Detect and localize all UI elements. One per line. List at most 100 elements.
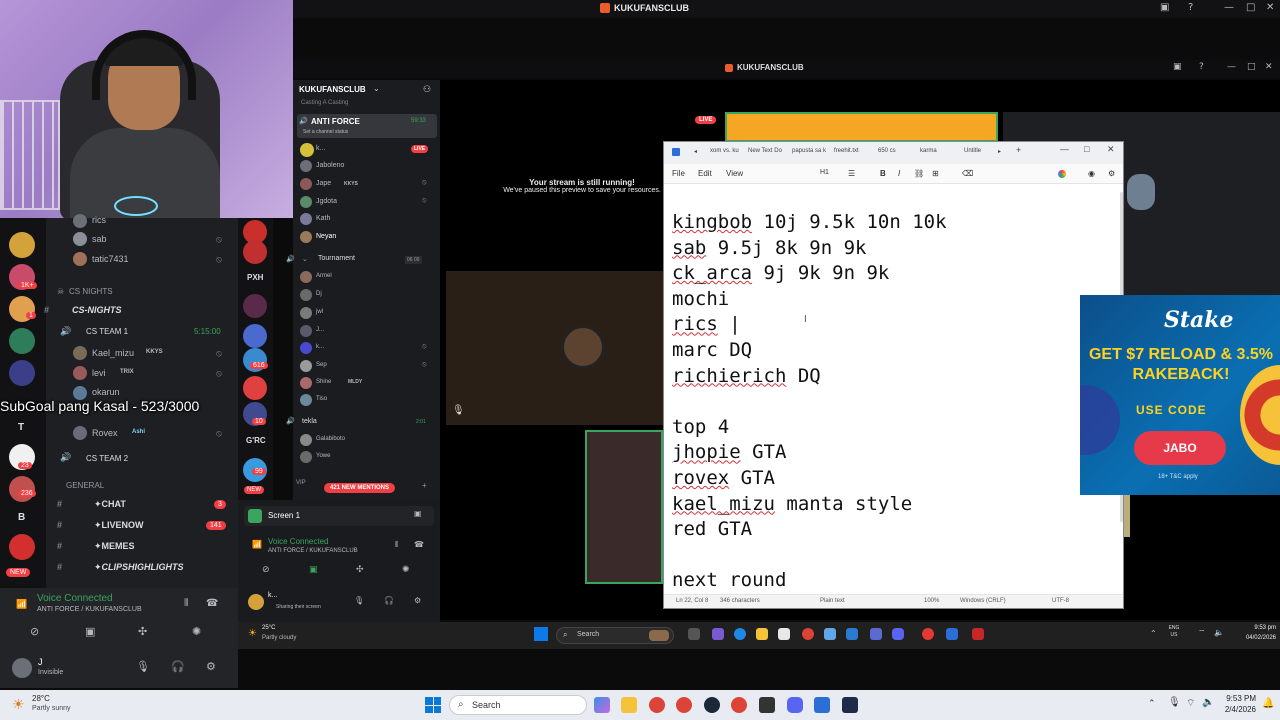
chrome-icon[interactable] — [731, 697, 747, 713]
voice-user-name[interactable]: Kath — [316, 215, 330, 222]
avatar[interactable] — [248, 594, 264, 610]
clear-format-icon[interactable]: ⌫ — [962, 169, 973, 178]
activities-icon[interactable]: ✣ — [356, 564, 364, 575]
bold-button[interactable]: B — [880, 169, 886, 178]
clock-date[interactable]: 2/4/2026 — [1212, 705, 1256, 714]
stream-tile-orange[interactable] — [725, 112, 998, 142]
voice-user-name[interactable]: Jgdota — [316, 198, 337, 205]
app-icon[interactable] — [759, 697, 775, 713]
minimize-button[interactable]: — — [1224, 2, 1234, 13]
copilot-icon[interactable] — [594, 697, 610, 713]
edge-icon[interactable] — [734, 628, 746, 640]
chrome-icon[interactable] — [802, 628, 814, 640]
video-tile-small[interactable] — [585, 430, 663, 584]
account-icon[interactable]: ◉ — [1088, 169, 1095, 178]
menu-file[interactable]: File — [672, 169, 685, 178]
channel-memes[interactable]: ✦MEMES — [94, 541, 135, 552]
notepad-icon[interactable] — [946, 628, 958, 640]
app-icon[interactable] — [824, 628, 836, 640]
soundboard-icon[interactable]: ✺ — [192, 625, 201, 638]
channel-cs-nights[interactable]: CS-NIGHTS — [72, 305, 122, 315]
server-icon[interactable] — [9, 232, 35, 258]
tab-left-arrow[interactable]: ◂ — [694, 148, 697, 155]
screen-share-icon[interactable]: ▣ — [85, 625, 95, 638]
headphones-icon[interactable]: 🎧 — [384, 596, 394, 605]
add-member-icon[interactable]: ⚇ — [423, 84, 431, 95]
notification-bell-icon[interactable]: 🔔 — [1262, 698, 1274, 709]
voice-user-name[interactable]: rics — [92, 215, 106, 225]
network-icon[interactable]: ⌔ — [1186, 697, 1195, 710]
app-icon[interactable] — [842, 697, 858, 713]
teams-icon[interactable] — [870, 628, 882, 640]
camera-off-icon[interactable]: ⊘ — [30, 625, 39, 638]
windows-start-icon[interactable] — [425, 697, 441, 713]
user-name[interactable]: k... — [268, 592, 277, 599]
misspelled-word[interactable]: richierich — [672, 365, 786, 387]
file-explorer-icon[interactable] — [621, 697, 637, 713]
notepad-tab[interactable]: Untitle — [964, 148, 981, 154]
new-tab-plus-icon[interactable]: + — [1016, 145, 1021, 155]
voice-user-name[interactable]: okarun — [92, 387, 120, 397]
tray-chevron-icon[interactable]: ⌃ — [1148, 698, 1156, 709]
category-cs-nights[interactable]: CS NIGHTS — [69, 287, 113, 296]
network-icon[interactable]: ⌔ — [1198, 628, 1206, 638]
soundboard-icon[interactable]: ✺ — [402, 564, 410, 575]
italic-button[interactable]: I — [898, 169, 900, 178]
video-tile-camera[interactable]: 🎙 — [446, 271, 663, 425]
microphone-icon[interactable]: 🎙 — [136, 660, 150, 673]
close-button[interactable]: ✕ — [1266, 2, 1274, 13]
channel-clipshighlights[interactable]: ✦CLIPSHIGHLIGHTS — [94, 562, 184, 573]
voice-user-name[interactable]: jwl — [316, 309, 323, 315]
voice-connected-subtitle[interactable]: ANTI FORCE / KUKUFANSCLUB — [268, 548, 358, 554]
voice-user-name[interactable]: Yowe — [316, 453, 330, 459]
inner-search-box[interactable]: ⌕ Search — [556, 627, 674, 644]
server-icon[interactable] — [243, 240, 267, 264]
steam-icon[interactable] — [704, 697, 720, 713]
settings-gear-icon[interactable]: ⚙ — [1108, 169, 1115, 178]
clock-date[interactable]: 04/02/2026 — [1234, 635, 1276, 641]
store-icon[interactable] — [778, 628, 790, 640]
weather-temp[interactable]: 28°C — [32, 694, 50, 703]
copilot-icon[interactable] — [712, 628, 724, 640]
settings-gear-icon[interactable]: ⚙ — [206, 660, 216, 673]
notepad-tab[interactable]: New Text Do — [748, 148, 782, 154]
server-icon[interactable] — [243, 324, 267, 348]
inbox-icon[interactable]: ▣ — [1173, 62, 1182, 72]
chevron-down-icon[interactable]: ⌄ — [373, 84, 380, 93]
channel-status-prompt[interactable]: Set a channel status — [303, 129, 348, 135]
server-label[interactable]: PXH — [247, 273, 263, 282]
channel-anti-force[interactable]: ANTI FORCE — [311, 117, 360, 126]
notepad-tab[interactable]: karma — [920, 148, 937, 154]
voice-user-name[interactable]: Kael_mizu — [92, 348, 134, 358]
menu-edit[interactable]: Edit — [698, 169, 712, 178]
screen-share-icon[interactable]: ▣ — [309, 564, 318, 575]
microphone-icon[interactable]: 🎙 — [354, 596, 364, 605]
server-icon[interactable] — [243, 294, 267, 318]
chrome-icon[interactable] — [649, 697, 665, 713]
minimize-button[interactable]: — — [1060, 144, 1069, 154]
misspelled-word[interactable]: kael_mizu — [672, 493, 775, 515]
close-button[interactable]: ✕ — [1265, 62, 1273, 72]
help-icon[interactable]: ? — [1199, 62, 1204, 72]
activities-icon[interactable]: ✣ — [138, 625, 147, 638]
channel-chat[interactable]: ✦CHAT — [94, 499, 126, 510]
camera-off-icon[interactable]: ⊘ — [262, 564, 270, 575]
notepad-tab[interactable]: freehit.txt — [834, 148, 859, 154]
misspelled-word[interactable]: rics — [672, 313, 718, 335]
mail-icon[interactable] — [846, 628, 858, 640]
noise-suppression-icon[interactable]: ⦀ — [184, 598, 188, 609]
voice-user-name[interactable]: sab — [92, 234, 107, 244]
server-label[interactable]: G'RC — [246, 436, 266, 445]
discord-icon[interactable] — [892, 628, 904, 640]
user-name[interactable]: J — [38, 657, 43, 667]
server-name[interactable]: KUKUFANSCLUB — [299, 85, 366, 94]
list-icon[interactable]: ☰ — [848, 169, 855, 178]
table-icon[interactable]: ⊞ — [932, 169, 939, 178]
minimize-button[interactable]: — — [1227, 62, 1236, 72]
voice-connected-title[interactable]: Voice Connected — [37, 593, 113, 604]
close-button[interactable]: ✕ — [1107, 144, 1115, 155]
voice-channel-cs-team-2[interactable]: CS TEAM 2 — [86, 454, 128, 463]
clock-time[interactable]: 9:53 pm — [1240, 625, 1276, 631]
voice-user-name[interactable]: Armel — [316, 273, 332, 279]
notepad-text-area[interactable]: kingbob 10j 9.5k 10n 10k sab 9.5j 8k 9n 9… — [672, 210, 1112, 594]
